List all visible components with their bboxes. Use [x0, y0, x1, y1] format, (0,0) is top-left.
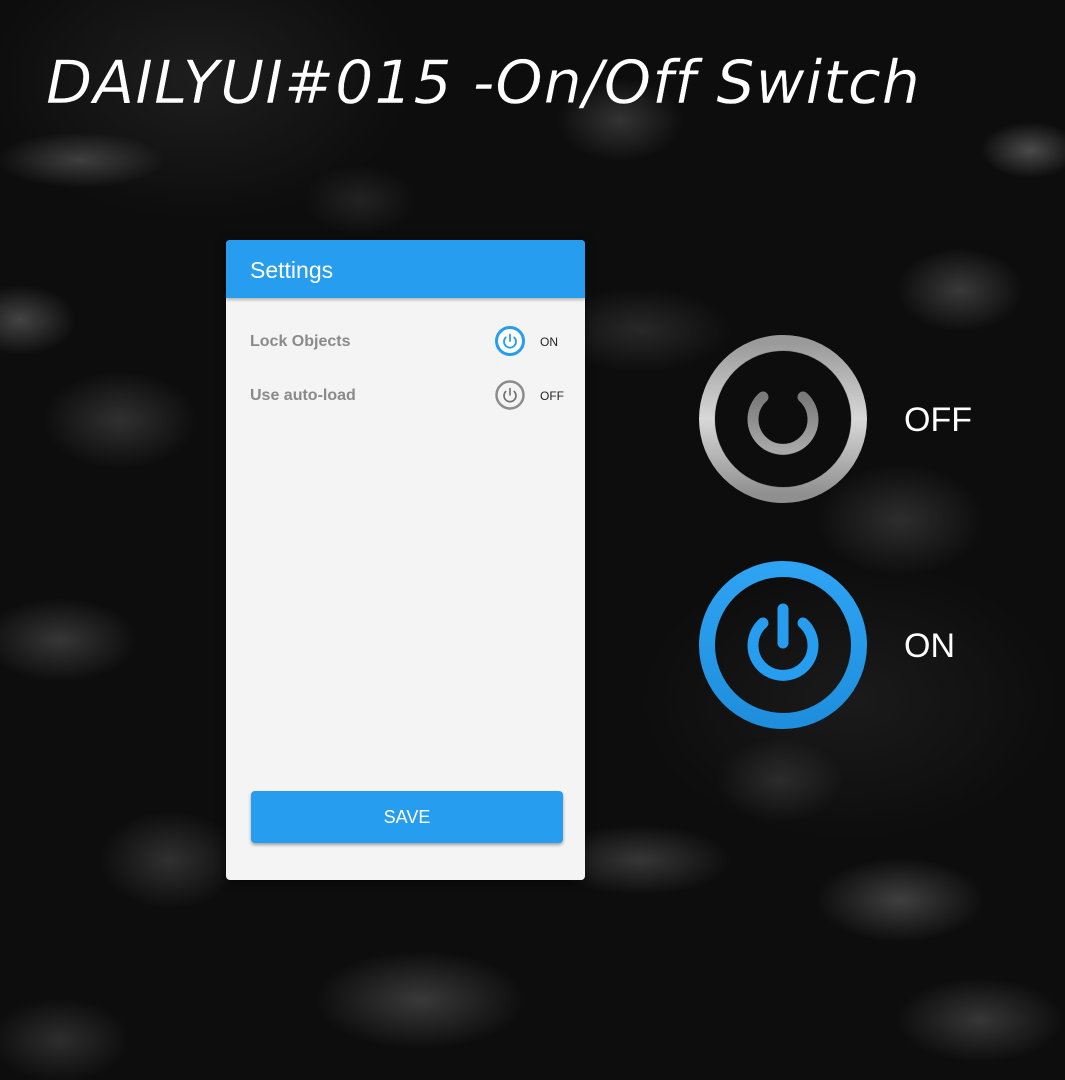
power-icon — [699, 335, 867, 503]
large-off-switch[interactable] — [697, 333, 869, 505]
large-on-switch[interactable] — [697, 559, 869, 731]
lock-objects-state: ON — [540, 335, 558, 349]
power-icon — [699, 561, 867, 729]
setting-label-lock-objects: Lock Objects — [250, 333, 351, 350]
off-switch-label: OFF — [904, 401, 972, 439]
setting-label-auto-load: Use auto-load — [250, 387, 356, 404]
auto-load-toggle[interactable] — [494, 379, 526, 411]
save-button[interactable]: SAVE — [251, 791, 563, 843]
on-switch-label: ON — [904, 627, 955, 665]
lock-objects-toggle[interactable] — [494, 325, 526, 357]
power-icon — [495, 326, 525, 356]
power-icon — [495, 380, 525, 410]
settings-header: Settings — [226, 240, 585, 298]
settings-panel: Settings Lock Objects ON Use auto-load O… — [226, 240, 585, 880]
setting-row-auto-load: Use auto-load OFF — [250, 379, 565, 411]
page-title: DAILYUI#015 -On/Off Switch — [46, 48, 921, 118]
settings-title: Settings — [250, 257, 334, 283]
auto-load-state: OFF — [540, 389, 564, 403]
setting-row-lock-objects: Lock Objects ON — [250, 325, 565, 357]
